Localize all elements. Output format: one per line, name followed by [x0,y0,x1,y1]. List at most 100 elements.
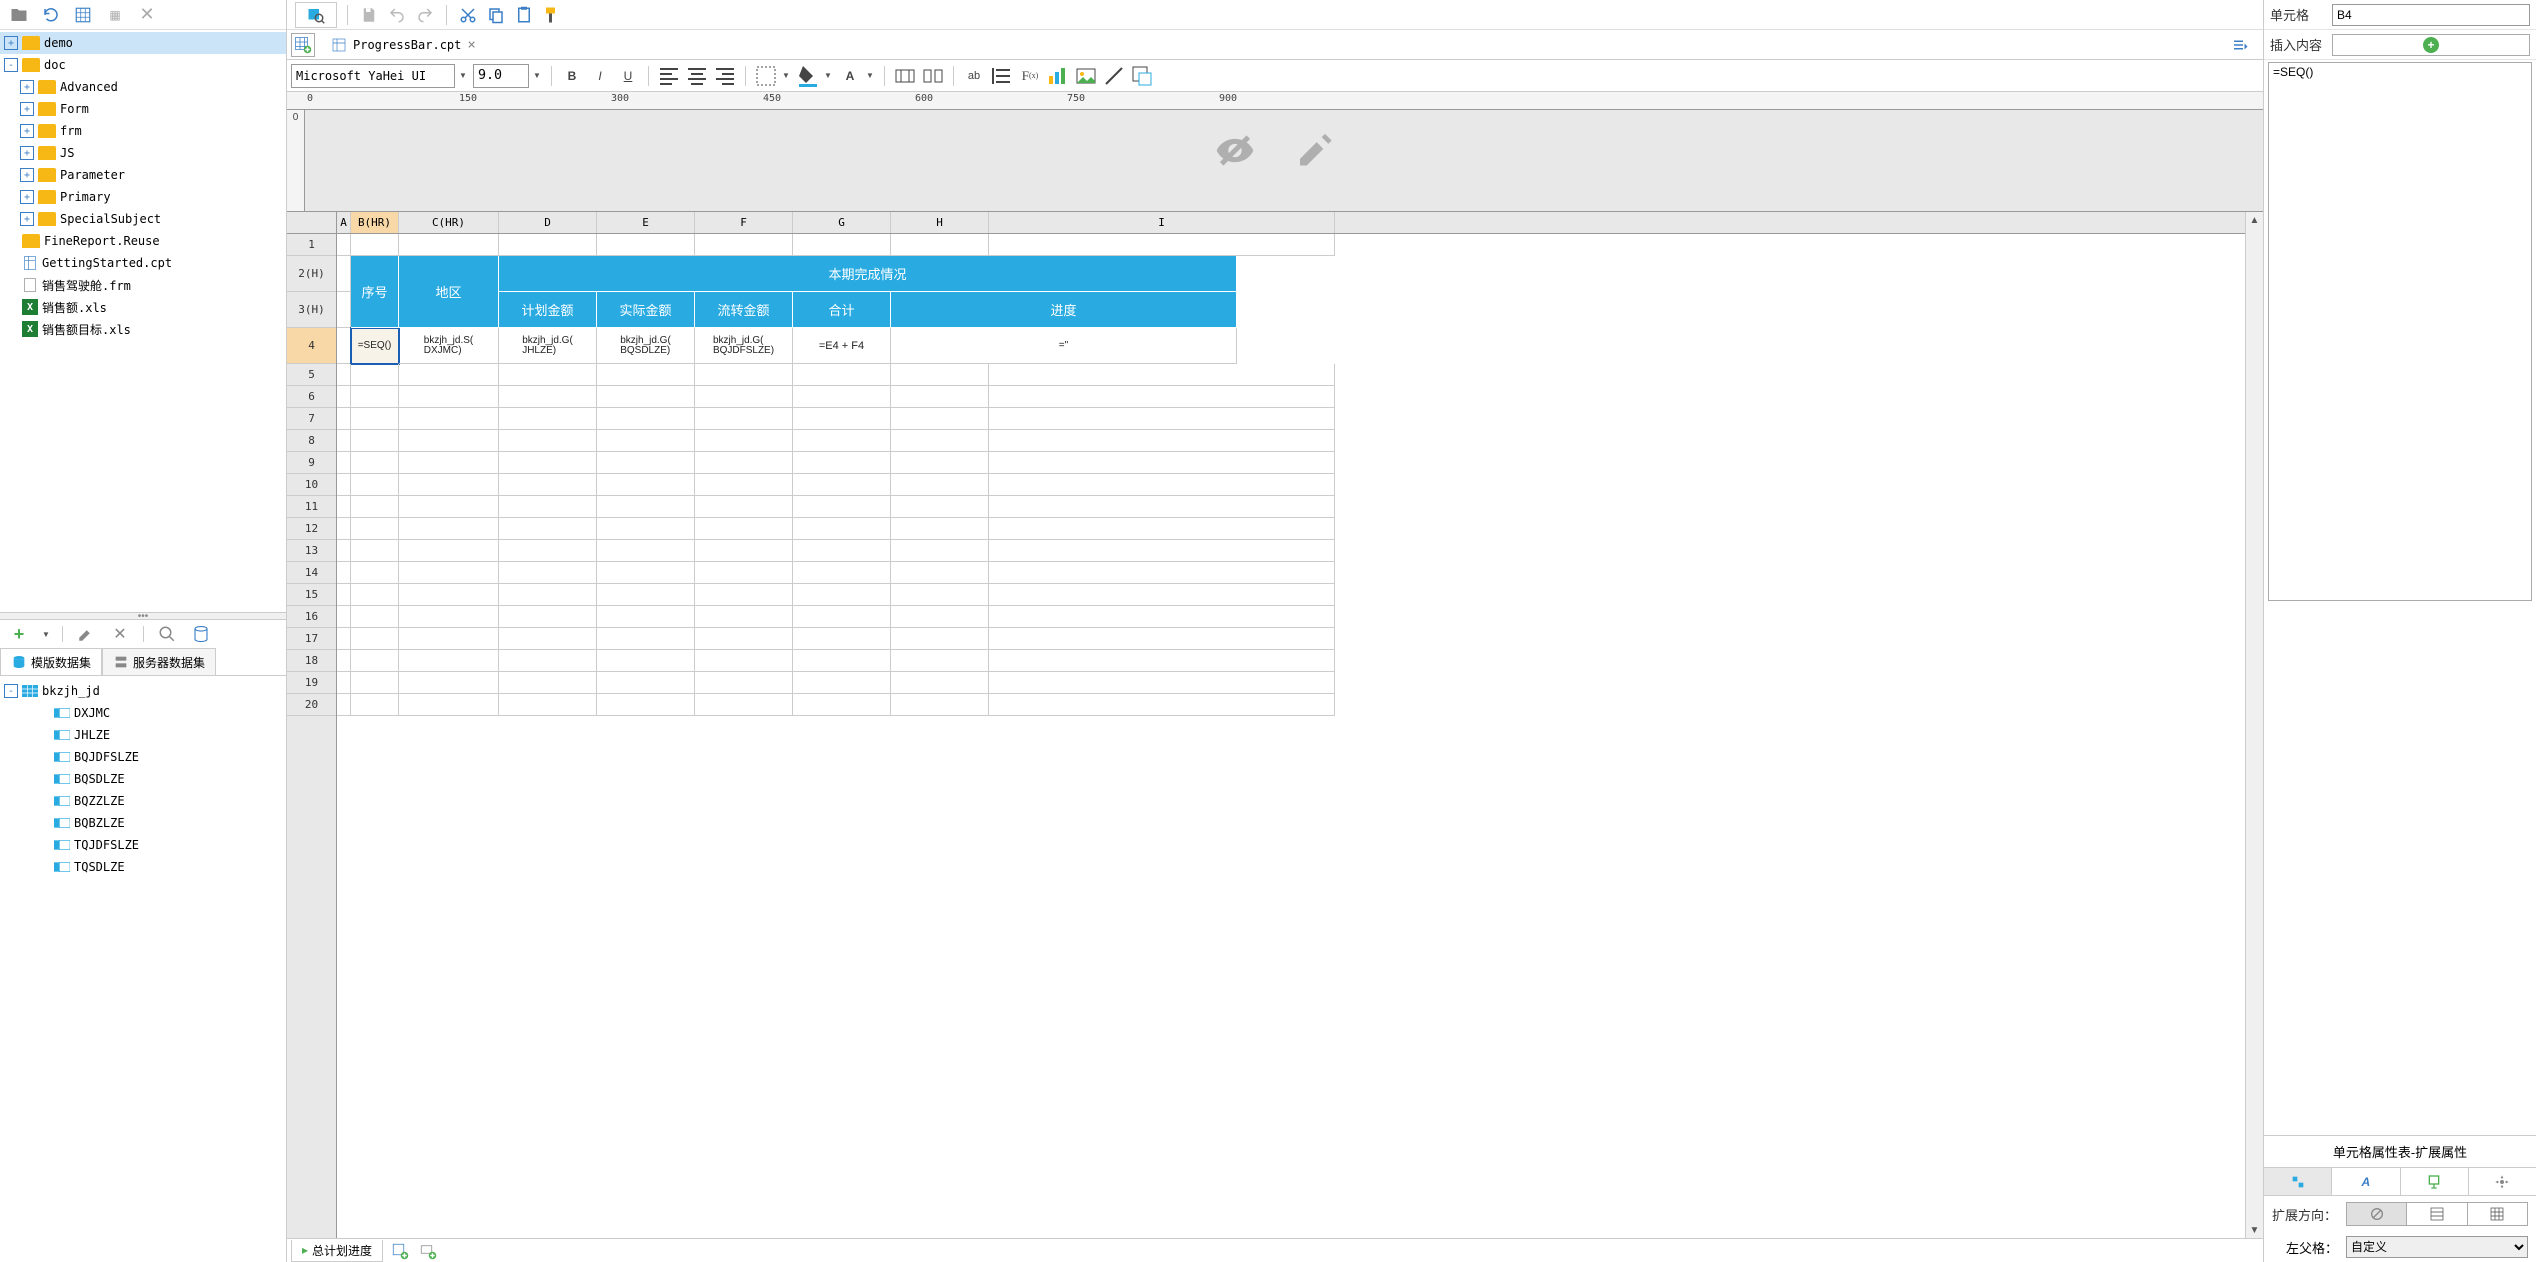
row-header[interactable]: 6 [287,386,336,408]
cell[interactable] [989,474,1335,496]
ds-tree-item[interactable]: JHLZE [0,724,286,746]
row-header[interactable]: 12 [287,518,336,540]
cell[interactable] [351,386,399,408]
spreadsheet-grid[interactable]: 12(H)3(H)4567891011121314151617181920 AB… [287,212,2263,1238]
cell[interactable] [891,562,989,584]
cell[interactable] [499,650,597,672]
cell[interactable] [499,364,597,386]
cell[interactable] [337,672,351,694]
cell[interactable] [499,430,597,452]
cell[interactable] [793,430,891,452]
left-parent-select[interactable]: 自定义 [2346,1236,2528,1258]
cell[interactable]: 序号 [351,256,399,328]
cell[interactable]: 计划金额 [499,292,597,328]
font-size-dd[interactable]: ▼ [533,71,543,80]
cell[interactable] [499,386,597,408]
cell[interactable] [793,540,891,562]
column-header[interactable]: B(HR) [351,212,399,233]
cell[interactable] [597,408,695,430]
unmerge-cells-icon[interactable] [921,64,945,88]
cell[interactable] [891,234,989,256]
row-header[interactable]: 19 [287,672,336,694]
save-icon[interactable] [358,4,380,26]
prop-tab-style[interactable]: A [2332,1168,2400,1195]
cell[interactable] [891,694,989,716]
cell[interactable]: =E4 + F4 [793,328,891,364]
cell[interactable] [695,672,793,694]
splitter-horizontal[interactable]: ••• [0,612,286,620]
cell[interactable] [793,650,891,672]
dataset-tree[interactable]: -bkzjh_jdDXJMCJHLZEBQJDFSLZEBQSDLZEBQZZL… [0,676,286,1262]
close-icon[interactable]: ✕ [136,4,158,26]
cell[interactable] [499,606,597,628]
cell[interactable] [337,650,351,672]
cell[interactable] [695,606,793,628]
cell[interactable] [695,386,793,408]
cell[interactable] [695,540,793,562]
cell[interactable] [399,628,499,650]
cell[interactable] [337,562,351,584]
cell[interactable] [695,234,793,256]
formula-input[interactable]: =SEQ() [2268,62,2532,601]
cell[interactable] [399,408,499,430]
cell[interactable] [399,234,499,256]
cell[interactable] [891,584,989,606]
cell[interactable] [337,584,351,606]
cell[interactable] [399,540,499,562]
cell[interactable] [793,364,891,386]
cell[interactable] [351,650,399,672]
cell[interactable] [337,628,351,650]
cell[interactable] [351,606,399,628]
font-family-select[interactable] [291,64,455,88]
cell[interactable] [337,518,351,540]
cell[interactable] [399,650,499,672]
cell[interactable] [351,452,399,474]
cell[interactable] [597,386,695,408]
cell[interactable] [399,518,499,540]
cell[interactable]: 本期完成情况 [499,256,1237,292]
ds-tree-item[interactable]: DXJMC [0,702,286,724]
add-table-icon[interactable] [291,33,315,57]
ds-tree-item[interactable]: BQZZLZE [0,790,286,812]
expand-icon[interactable]: + [20,190,34,204]
cell[interactable] [499,540,597,562]
cell[interactable] [499,628,597,650]
cell[interactable] [989,606,1335,628]
cell[interactable] [597,562,695,584]
slash-icon[interactable] [1102,64,1126,88]
cell[interactable] [337,496,351,518]
tree-item[interactable]: GettingStarted.cpt [0,252,286,274]
ds-tree-item[interactable]: TQSDLZE [0,856,286,878]
cell[interactable] [337,256,351,292]
cell[interactable] [695,496,793,518]
cell[interactable] [597,430,695,452]
file-tree[interactable]: +demo-doc+Advanced+Form+frm+JS+Parameter… [0,30,286,612]
tree-item[interactable]: -doc [0,54,286,76]
cell[interactable] [695,518,793,540]
horizontal-ruler[interactable]: 0150300450600750900 [287,92,2263,110]
border-icon[interactable] [754,64,778,88]
cell[interactable] [891,364,989,386]
cell[interactable] [793,628,891,650]
close-tab-icon[interactable]: × [467,37,475,53]
cell[interactable] [793,672,891,694]
cell[interactable] [989,452,1335,474]
align-center-icon[interactable] [685,64,709,88]
cell[interactable] [399,452,499,474]
cell[interactable] [793,584,891,606]
undo-icon[interactable] [386,4,408,26]
row-header[interactable]: 15 [287,584,336,606]
cell[interactable] [695,474,793,496]
cell[interactable] [337,540,351,562]
cell[interactable] [989,584,1335,606]
refresh-icon[interactable] [40,4,62,26]
cell[interactable] [337,292,351,328]
cell[interactable] [793,452,891,474]
cell[interactable] [597,628,695,650]
cell[interactable] [337,328,351,364]
subreport-icon[interactable] [1130,64,1154,88]
ds-tree-item[interactable]: BQSDLZE [0,768,286,790]
cell[interactable] [597,694,695,716]
cell[interactable] [989,364,1335,386]
column-header[interactable]: E [597,212,695,233]
